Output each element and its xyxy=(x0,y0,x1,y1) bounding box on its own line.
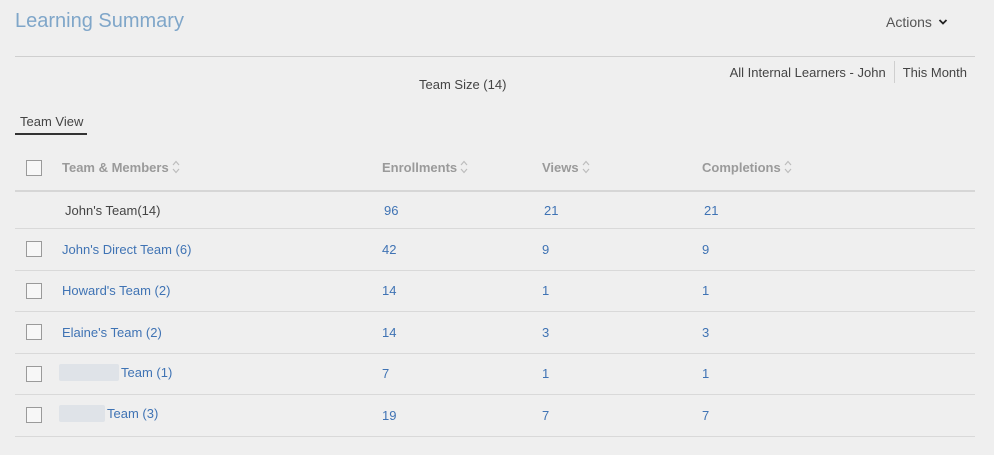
page-title: Learning Summary xyxy=(15,10,184,32)
table-row: Elaine's Team (2) 14 3 3 xyxy=(15,312,975,354)
table-header: Team & Members Enrollments Views Complet… xyxy=(15,145,975,192)
sort-icon xyxy=(784,160,792,174)
views-value[interactable]: 3 xyxy=(542,325,702,340)
summary-views[interactable]: 21 xyxy=(542,203,702,218)
team-name-link[interactable]: Howard's Team (2) xyxy=(62,283,382,298)
completions-value[interactable]: 1 xyxy=(702,283,862,298)
team-name-link[interactable]: Elaine's Team (2) xyxy=(62,325,382,340)
actions-label: Actions xyxy=(886,14,932,30)
redacted-name xyxy=(59,363,119,381)
column-header-views[interactable]: Views xyxy=(542,159,590,175)
table-row: John's Direct Team (6) 42 9 9 xyxy=(15,229,975,271)
team-name-link[interactable]: Team (1) xyxy=(59,363,173,381)
summary-completions[interactable]: 21 xyxy=(702,203,862,218)
row-checkbox[interactable] xyxy=(26,241,42,258)
column-header-team-members[interactable]: Team & Members xyxy=(62,159,180,175)
sort-icon xyxy=(460,160,468,174)
row-checkbox[interactable] xyxy=(26,407,42,424)
row-checkbox[interactable] xyxy=(26,324,42,341)
team-name-link[interactable]: Team (3) xyxy=(59,405,159,423)
filter-divider xyxy=(893,61,895,83)
table-row: Team (3) 19 7 7 xyxy=(15,395,975,437)
column-label: Views xyxy=(542,159,579,175)
enrollments-value[interactable]: 19 xyxy=(382,408,542,423)
team-name-text: Team (1) xyxy=(121,364,173,380)
filter-bar: All Internal Learners - John This Month xyxy=(730,61,967,83)
sort-icon xyxy=(582,160,590,174)
enrollments-value[interactable]: 14 xyxy=(382,283,542,298)
chevron-down-icon xyxy=(938,19,948,25)
team-size-label: Team Size (14) xyxy=(419,77,507,92)
team-name-link[interactable]: John's Direct Team (6) xyxy=(62,242,382,257)
views-value[interactable]: 9 xyxy=(542,242,702,257)
sort-icon xyxy=(172,160,180,174)
completions-value[interactable]: 9 xyxy=(702,242,862,257)
select-all-checkbox[interactable] xyxy=(26,159,42,176)
column-header-completions[interactable]: Completions xyxy=(702,159,792,175)
enrollments-value[interactable]: 14 xyxy=(382,325,542,340)
completions-value[interactable]: 3 xyxy=(702,325,862,340)
header-divider xyxy=(15,56,975,57)
enrollments-value[interactable]: 42 xyxy=(382,242,542,257)
views-value[interactable]: 1 xyxy=(542,283,702,298)
column-header-enrollments[interactable]: Enrollments xyxy=(382,159,468,175)
team-table: Team & Members Enrollments Views Complet… xyxy=(15,145,975,437)
scope-filter[interactable]: All Internal Learners - John xyxy=(730,65,886,80)
table-row: Team (1) 7 1 1 xyxy=(15,354,975,395)
actions-menu-button[interactable]: Actions xyxy=(886,14,948,30)
summary-team-name: John's Team(14) xyxy=(65,202,161,218)
column-label: Completions xyxy=(702,159,781,175)
completions-value[interactable]: 7 xyxy=(702,408,862,423)
row-checkbox[interactable] xyxy=(26,282,42,299)
enrollments-value[interactable]: 7 xyxy=(382,366,542,381)
team-name-text: Team (3) xyxy=(107,406,159,422)
table-row: Howard's Team (2) 14 1 1 xyxy=(15,271,975,312)
column-label: Team & Members xyxy=(62,159,169,175)
views-value[interactable]: 1 xyxy=(542,366,702,381)
tab-team-view[interactable]: Team View xyxy=(15,114,87,135)
period-filter[interactable]: This Month xyxy=(903,65,967,80)
summary-enrollments[interactable]: 96 xyxy=(382,203,542,218)
column-label: Enrollments xyxy=(382,159,458,175)
row-checkbox[interactable] xyxy=(26,365,42,382)
views-value[interactable]: 7 xyxy=(542,408,702,423)
redacted-name xyxy=(59,405,105,423)
summary-row: John's Team(14) 96 21 21 xyxy=(15,192,975,229)
completions-value[interactable]: 1 xyxy=(702,366,862,381)
